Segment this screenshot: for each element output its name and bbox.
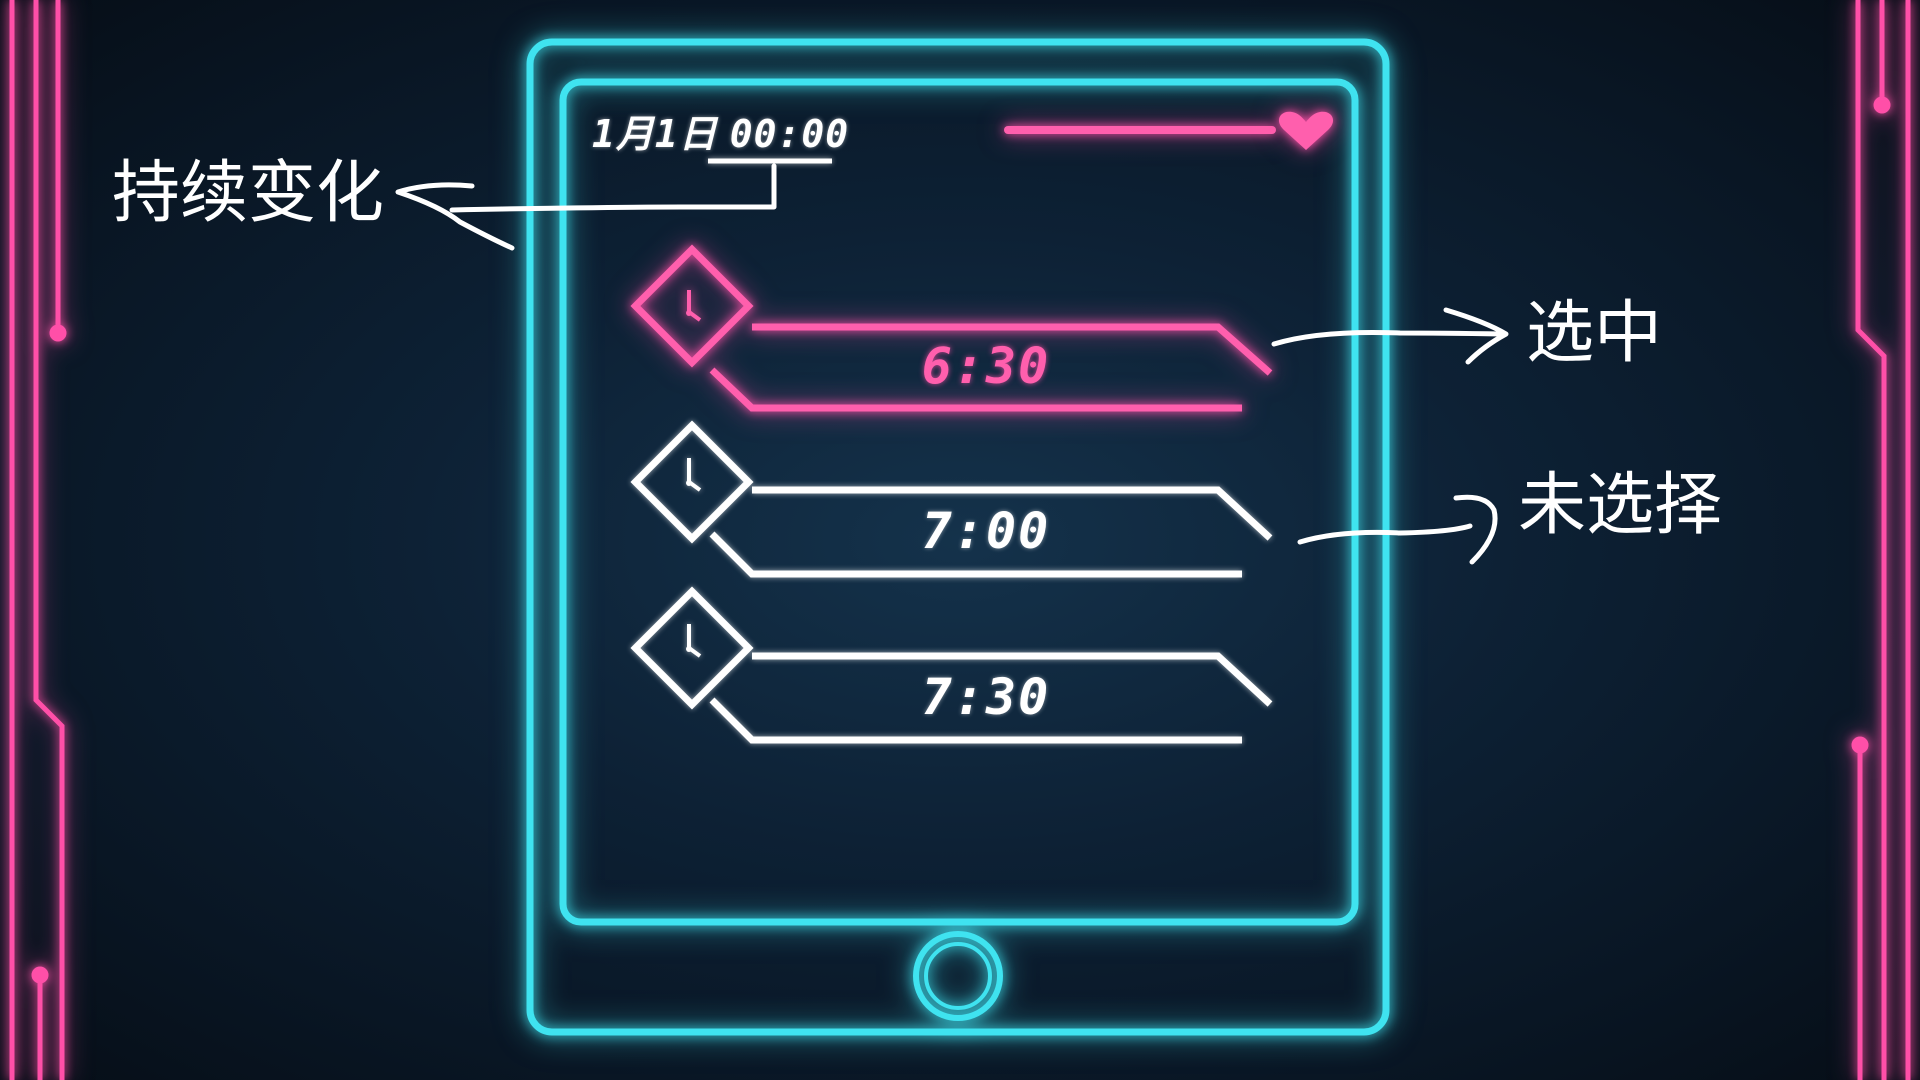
annotation-selected: 选中 (1526, 294, 1663, 373)
annotation-continuous-change: 持续变化 (112, 154, 385, 233)
annotation-unselected: 未选择 (1518, 466, 1723, 545)
